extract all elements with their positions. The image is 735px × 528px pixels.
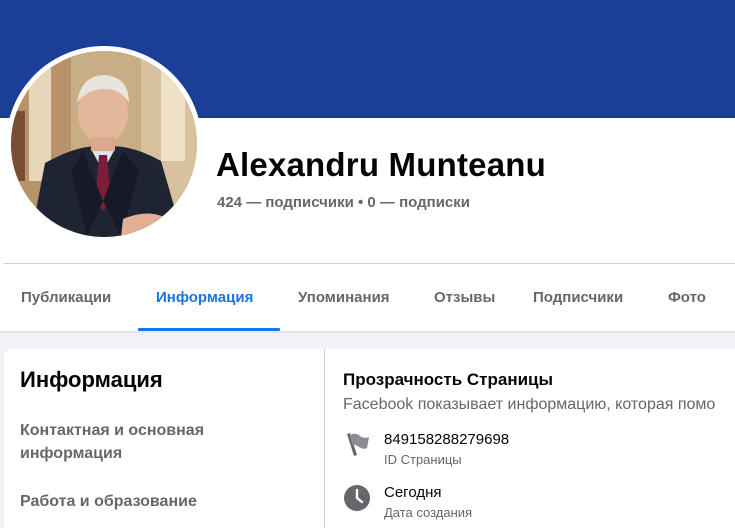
about-nav-title: Информация	[20, 367, 163, 392]
about-nav-work[interactable]: Работа и образование	[20, 490, 310, 513]
profile-stats: 424 — подписчики • 0 — подписки	[217, 194, 470, 211]
transparency-description: Facebook показывает информацию, которая …	[343, 396, 716, 413]
following-link[interactable]: 0 — подписки	[367, 194, 470, 211]
card-divider	[324, 349, 325, 528]
tab-mentions[interactable]: Упоминания	[298, 289, 390, 306]
page-id-label: ID Страницы	[384, 452, 462, 467]
tab-reviews[interactable]: Отзывы	[434, 289, 495, 306]
transparency-title: Прозрачность Страницы	[343, 370, 554, 389]
tab-about[interactable]: Информация	[156, 289, 253, 306]
tab-photos[interactable]: Фото	[668, 289, 706, 306]
tab-posts[interactable]: Публикации	[21, 289, 111, 306]
creation-date-value: Сегодня	[384, 484, 442, 501]
clock-icon	[344, 485, 370, 511]
flag-icon	[347, 433, 369, 456]
avatar[interactable]	[11, 51, 197, 237]
profile-name: Alexandru Munteanu	[216, 146, 546, 183]
about-nav-contact[interactable]: Контактная и основная информация	[20, 419, 310, 465]
stats-separator: •	[357, 194, 364, 211]
creation-date-label: Дата создания	[384, 505, 473, 520]
header-shadow	[0, 331, 735, 333]
profile-photo	[11, 51, 197, 237]
page-id-value: 849158288279698	[384, 431, 510, 448]
header-divider	[4, 263, 735, 264]
tab-followers[interactable]: Подписчики	[533, 289, 623, 306]
followers-link[interactable]: 424 — подписчики	[217, 194, 354, 211]
